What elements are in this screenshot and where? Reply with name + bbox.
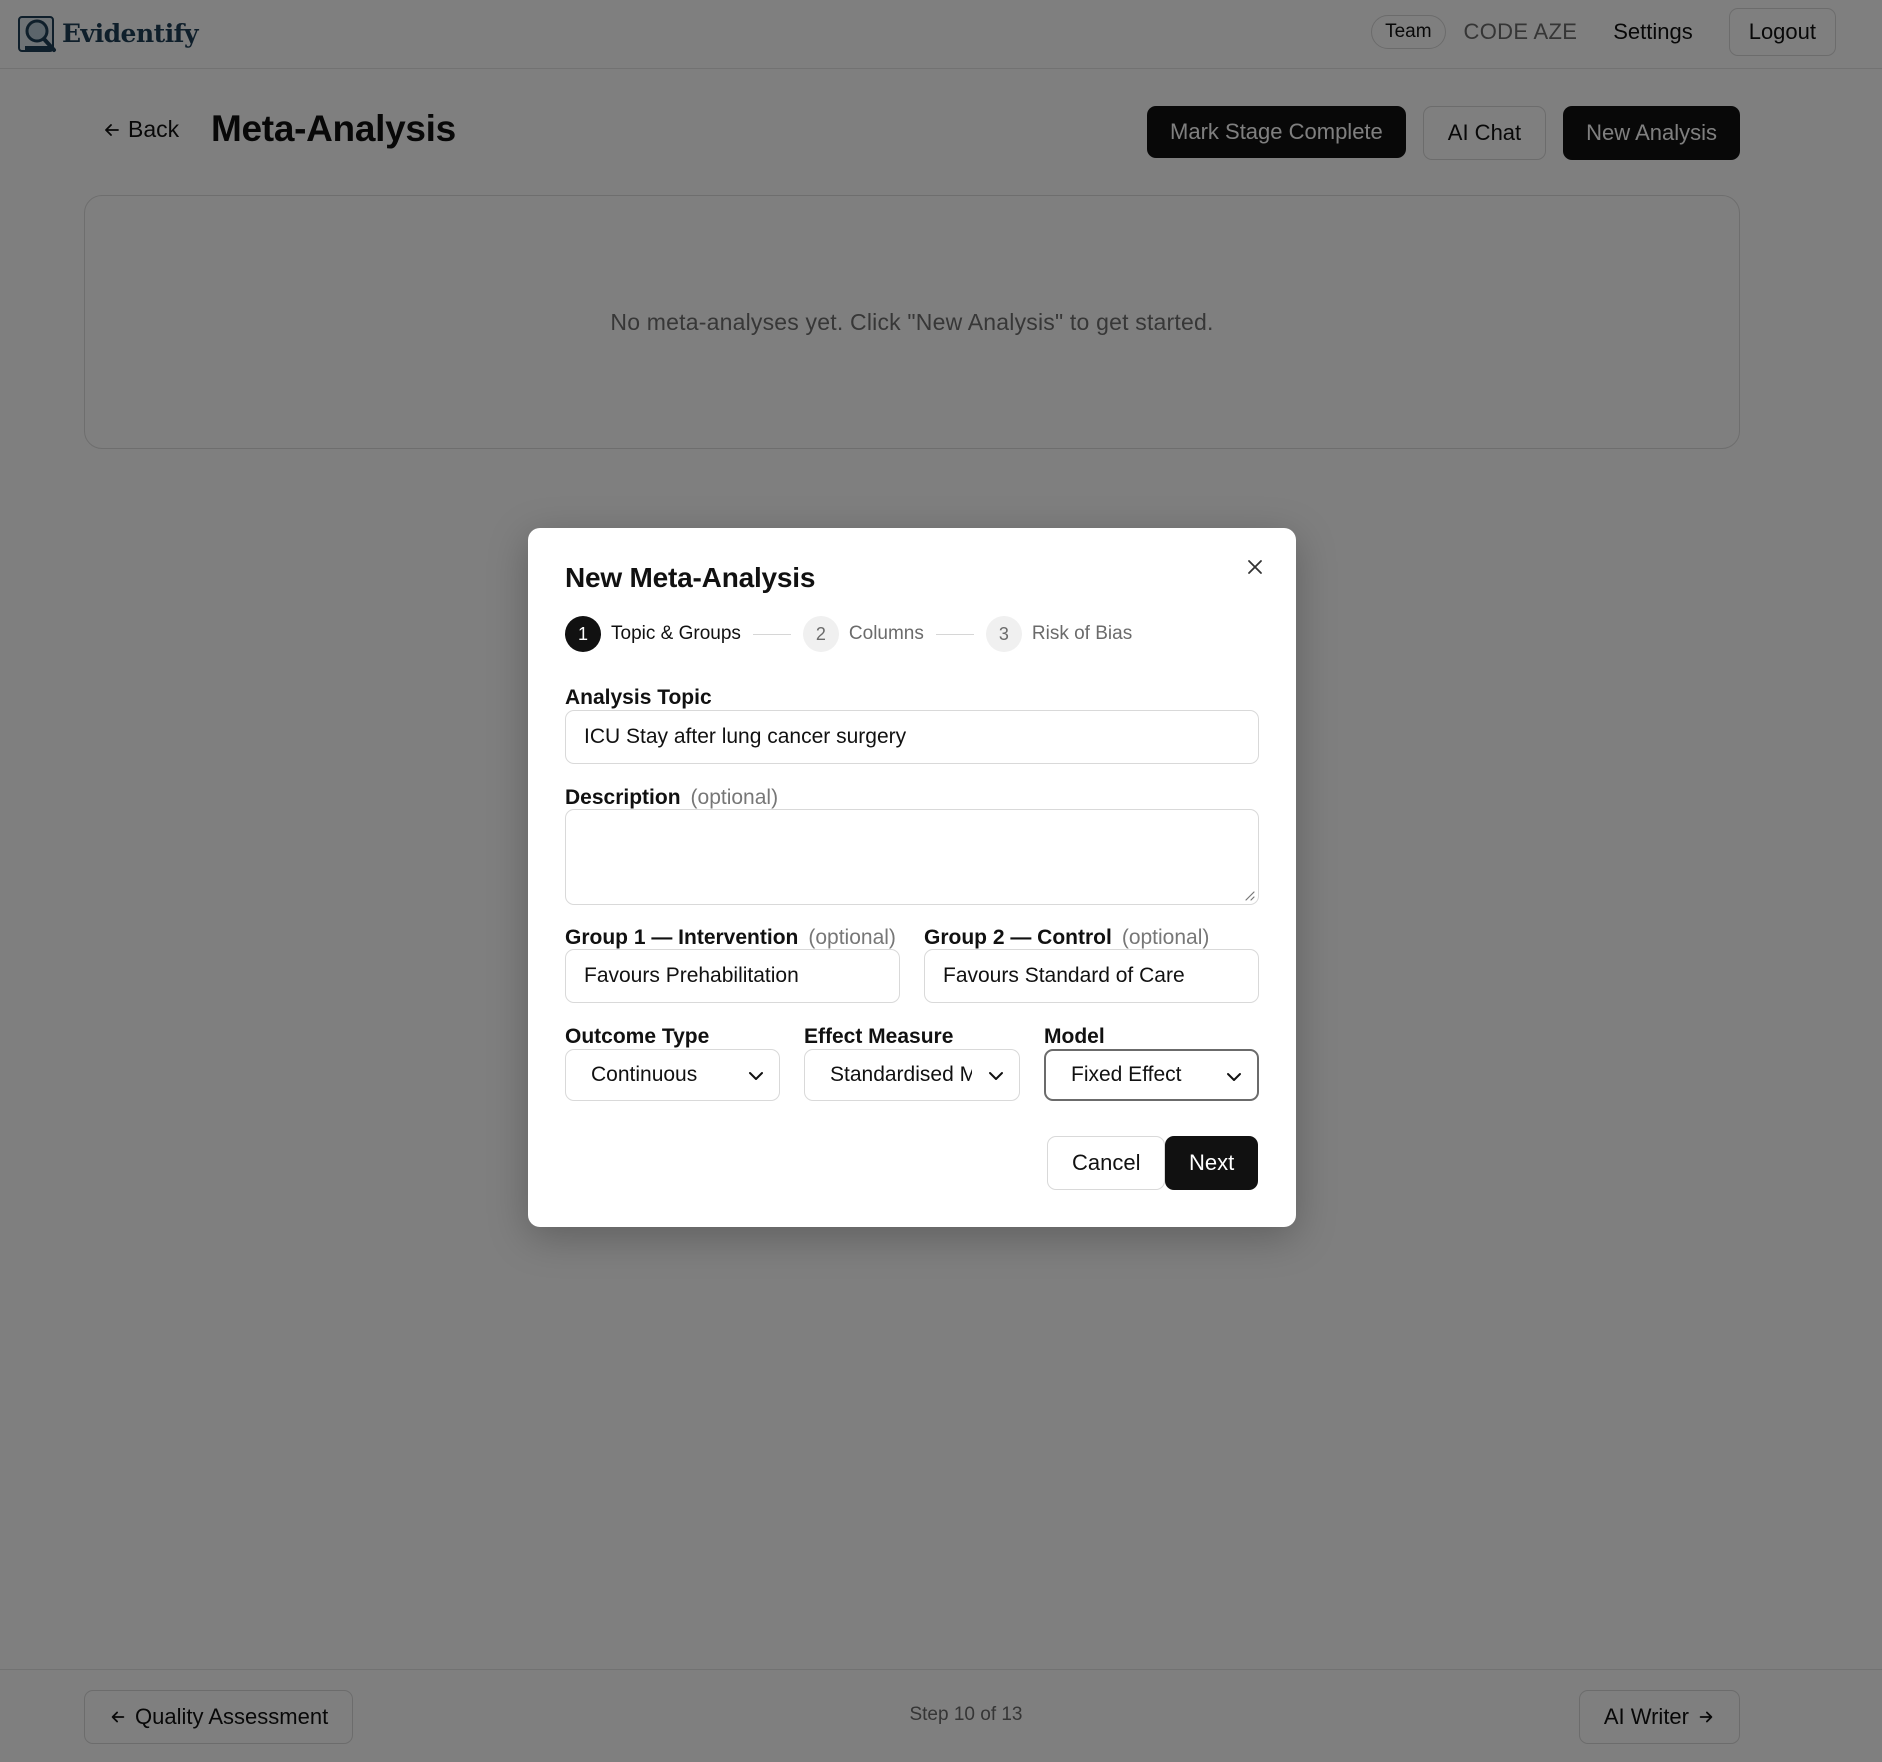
step-columns: 2 Columns <box>802 616 924 652</box>
close-button[interactable] <box>1240 552 1270 582</box>
step-connector <box>935 633 974 635</box>
optional-hint: (optional) <box>690 786 779 809</box>
outcome-type-label-text: Outcome Type <box>565 1025 710 1048</box>
chevron-down-icon <box>989 1072 1003 1080</box>
close-icon <box>1248 560 1262 574</box>
step-label: Columns <box>848 623 924 644</box>
optional-hint: (optional) <box>1121 926 1210 949</box>
chevron-down-icon <box>749 1072 763 1080</box>
effect-measure-select[interactable]: Standardised Mean Difference <box>804 1049 1020 1101</box>
cancel-button[interactable]: Cancel <box>1047 1136 1166 1190</box>
next-button[interactable]: Next <box>1165 1136 1259 1190</box>
effect-measure-label-text: Effect Measure <box>804 1025 954 1048</box>
step-number: 2 <box>802 616 839 652</box>
step-connector <box>752 633 791 635</box>
resize-grip-icon[interactable] <box>1241 887 1255 901</box>
description-label-text: Description <box>565 786 681 809</box>
step-risk-of-bias: 3 Risk of Bias <box>985 616 1133 652</box>
group1-label-text: Group 1 — Intervention <box>565 926 799 949</box>
analysis-topic-value: ICU Stay after lung cancer surgery <box>584 725 907 748</box>
optional-hint: (optional) <box>808 926 896 949</box>
step-label: Topic & Groups <box>611 623 741 644</box>
analysis-topic-input[interactable]: ICU Stay after lung cancer surgery <box>565 710 1259 764</box>
group2-value: Favours Standard of Care <box>943 964 1185 987</box>
dialog-title: New Meta-Analysis <box>565 562 816 593</box>
step-number: 1 <box>565 616 601 652</box>
outcome-type-label: Outcome Type <box>565 1025 709 1049</box>
description-label: Description (optional) <box>565 786 778 810</box>
description-textarea[interactable] <box>565 809 1259 905</box>
outcome-type-value: Continuous <box>591 1063 698 1086</box>
step-topic-groups: 1 Topic & Groups <box>565 616 741 652</box>
analysis-topic-label-text: Analysis Topic <box>565 686 712 709</box>
group2-label: Group 2 — Control (optional) <box>924 926 1209 950</box>
model-select[interactable]: Fixed Effect <box>1044 1049 1259 1101</box>
analysis-topic-label: Analysis Topic <box>565 686 712 710</box>
step-label: Risk of Bias <box>1031 623 1133 644</box>
effect-measure-label: Effect Measure <box>804 1025 953 1049</box>
group2-label-text: Group 2 — Control <box>924 926 1112 949</box>
new-meta-analysis-dialog: New Meta-Analysis 1 Topic & Groups 2 Col… <box>528 528 1296 1227</box>
step-number: 3 <box>985 616 1022 652</box>
group1-value: Favours Prehabilitation <box>584 964 799 987</box>
group1-intervention-input[interactable]: Favours Prehabilitation <box>565 949 900 1003</box>
model-label-text: Model <box>1044 1025 1105 1048</box>
wizard-stepper: 1 Topic & Groups 2 Columns 3 Risk of Bia… <box>565 616 1132 652</box>
group1-label: Group 1 — Intervention (optional) <box>565 926 896 950</box>
model-label: Model <box>1044 1025 1105 1049</box>
outcome-type-select[interactable]: Continuous <box>565 1049 780 1101</box>
model-value: Fixed Effect <box>1071 1063 1182 1086</box>
group2-control-input[interactable]: Favours Standard of Care <box>924 949 1259 1003</box>
effect-measure-value: Standardised Mean Difference <box>830 1063 972 1086</box>
chevron-down-icon <box>1227 1073 1241 1081</box>
